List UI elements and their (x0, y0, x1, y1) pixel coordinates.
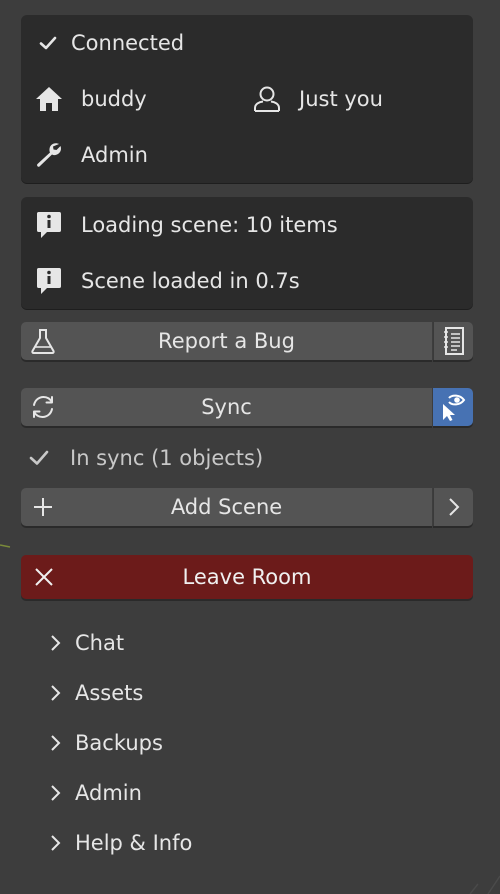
connection-label: Connected (71, 31, 185, 55)
info-icon (33, 266, 65, 296)
log-text: Scene loaded in 0.7s (81, 269, 300, 293)
subpanel-label: Chat (75, 631, 125, 655)
chevron-right-icon (48, 732, 66, 754)
chevron-right-icon (48, 782, 66, 804)
chevron-right-icon (48, 832, 66, 854)
wrench-icon (33, 140, 65, 170)
check-icon (37, 33, 59, 53)
report-bug-docs-button[interactable] (433, 322, 473, 360)
add-scene-button[interactable]: Add Scene (21, 488, 432, 526)
info-icon (33, 210, 65, 240)
user-count: Just you (251, 83, 383, 115)
report-bug-button[interactable]: Report a Bug (21, 322, 432, 360)
status-panel: Connected buddy Just you Admin (21, 15, 473, 183)
log-text: Loading scene: 10 items (81, 213, 338, 237)
subpanel-label: Admin (75, 781, 142, 805)
refresh-icon (29, 393, 57, 426)
subpanel-label: Help & Info (75, 831, 193, 855)
subpanel-backups[interactable]: Backups (48, 723, 163, 763)
subpanel-chat[interactable]: Chat (48, 623, 124, 663)
plus-icon (31, 495, 55, 524)
close-icon (33, 566, 55, 593)
subpanel-label: Backups (75, 731, 163, 755)
connection-status: Connected (37, 27, 184, 59)
leave-room-label: Leave Room (182, 565, 312, 589)
check-icon (26, 448, 52, 468)
sync-status: In sync (1 objects) (26, 440, 263, 476)
home-icon (33, 85, 65, 113)
log-message: Loading scene: 10 items (33, 209, 338, 241)
chevron-right-icon (48, 632, 66, 654)
subpanel-help-info[interactable]: Help & Info (48, 823, 192, 863)
chevron-right-icon (446, 495, 462, 519)
flask-icon (29, 327, 57, 360)
subpanel-assets[interactable]: Assets (48, 673, 143, 713)
user-icon (251, 84, 283, 114)
report-bug-label: Report a Bug (158, 329, 295, 353)
subpanel-admin[interactable]: Admin (48, 773, 142, 813)
sync-follow-button[interactable] (433, 388, 473, 426)
user-count-label: Just you (299, 87, 383, 111)
sync-button[interactable]: Sync (21, 388, 432, 426)
add-scene-label: Add Scene (170, 495, 283, 519)
sync-status-text: In sync (1 objects) (70, 446, 264, 470)
room-name: buddy (33, 83, 147, 115)
sync-label: Sync (201, 395, 252, 419)
user-role: Admin (33, 139, 148, 171)
role-label: Admin (81, 143, 148, 167)
add-scene-menu-button[interactable] (433, 488, 473, 526)
document-icon (442, 326, 466, 356)
log-message: Scene loaded in 0.7s (33, 265, 300, 297)
room-label: buddy (81, 87, 147, 111)
eye-cursor-icon (438, 392, 468, 422)
leave-room-button[interactable]: Leave Room (21, 555, 473, 599)
chevron-right-icon (48, 682, 66, 704)
log-panel: Loading scene: 10 items Scene loaded in … (21, 197, 473, 309)
subpanel-label: Assets (75, 681, 144, 705)
